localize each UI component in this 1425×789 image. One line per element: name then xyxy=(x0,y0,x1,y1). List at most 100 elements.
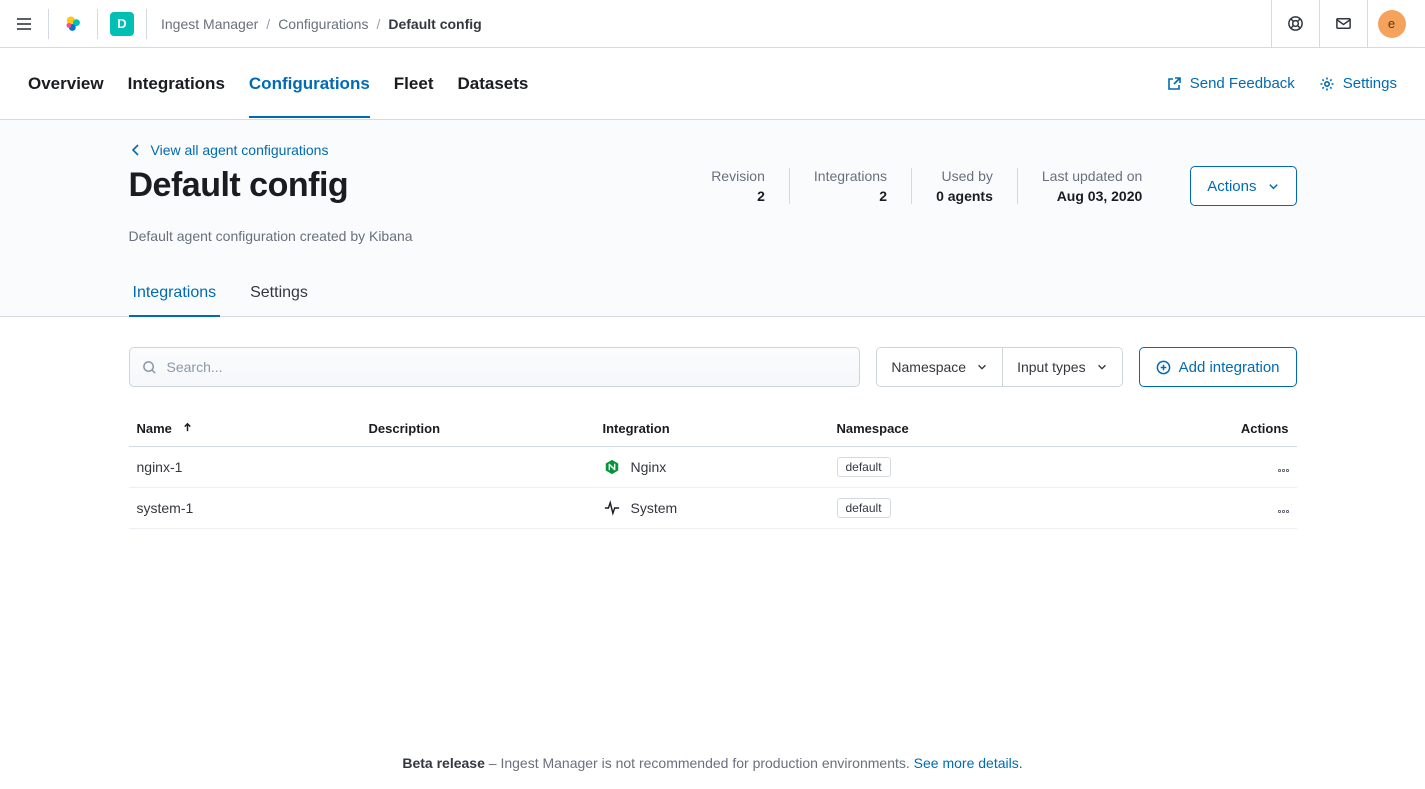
breadcrumb: Ingest Manager / Configurations / Defaul… xyxy=(161,16,482,32)
cell-name[interactable]: system-1 xyxy=(129,488,361,529)
table-row: system-1 System default xyxy=(129,488,1297,529)
elastic-logo-icon xyxy=(62,13,84,35)
avatar: e xyxy=(1378,10,1406,38)
mail-button[interactable] xyxy=(1319,0,1367,48)
breadcrumb-current: Default config xyxy=(388,16,481,32)
send-feedback-link[interactable]: Send Feedback xyxy=(1166,75,1295,92)
cell-namespace: default xyxy=(829,447,1217,488)
elastic-logo[interactable] xyxy=(49,0,97,48)
page-title: Default config xyxy=(129,166,349,205)
gear-icon xyxy=(1319,76,1335,92)
footer-bold: Beta release xyxy=(402,755,485,771)
footer-notice: Beta release – Ingest Manager is not rec… xyxy=(0,755,1425,771)
nginx-icon xyxy=(603,458,621,476)
breadcrumb-root[interactable]: Ingest Manager xyxy=(161,16,258,32)
cell-description xyxy=(361,488,595,529)
plus-circle-icon xyxy=(1156,360,1171,375)
nav-tab-fleet[interactable]: Fleet xyxy=(394,50,434,118)
news-button[interactable] xyxy=(1271,0,1319,48)
actions-button[interactable]: Actions xyxy=(1190,166,1296,206)
cell-namespace: default xyxy=(829,488,1217,529)
page-subtitle: Default agent configuration created by K… xyxy=(129,228,1297,244)
divider xyxy=(146,9,147,39)
stat-usedby: Used by 0 agents xyxy=(912,168,1018,204)
stat-label: Revision xyxy=(711,168,765,184)
search-icon xyxy=(142,360,157,375)
stat-value: 2 xyxy=(711,188,765,204)
col-actions: Actions xyxy=(1217,411,1297,447)
chevron-left-icon xyxy=(129,143,143,157)
chevron-down-icon xyxy=(1267,180,1280,193)
cell-description xyxy=(361,447,595,488)
nav-tab-datasets[interactable]: Datasets xyxy=(457,50,528,118)
col-name[interactable]: Name xyxy=(129,411,361,447)
stat-value: 0 agents xyxy=(936,188,993,204)
space-selector[interactable]: D xyxy=(110,12,134,36)
row-actions-button[interactable] xyxy=(1217,488,1297,529)
detail-tab-integrations[interactable]: Integrations xyxy=(129,274,221,317)
settings-label: Settings xyxy=(1343,75,1397,92)
breadcrumb-separator: / xyxy=(376,16,380,32)
detail-tab-settings[interactable]: Settings xyxy=(246,274,312,316)
search-box[interactable] xyxy=(129,347,861,387)
col-description[interactable]: Description xyxy=(361,411,595,447)
stat-label: Used by xyxy=(936,168,993,184)
hamburger-icon xyxy=(15,15,33,33)
cell-name[interactable]: nginx-1 xyxy=(129,447,361,488)
filter-group: Namespace Input types xyxy=(876,347,1122,387)
topbar: D Ingest Manager / Configurations / Defa… xyxy=(0,0,1425,48)
stat-value: Aug 03, 2020 xyxy=(1042,188,1142,204)
nav-tab-overview[interactable]: Overview xyxy=(28,50,104,118)
namespace-badge: default xyxy=(837,457,891,477)
detail-tabs: Integrations Settings xyxy=(129,274,1297,316)
stat-label: Integrations xyxy=(814,168,887,184)
lifebuoy-icon xyxy=(1287,15,1304,32)
nav-tabs: Overview Integrations Configurations Fle… xyxy=(28,50,528,118)
external-link-icon xyxy=(1166,76,1182,92)
menu-toggle-button[interactable] xyxy=(0,0,48,48)
nav-tab-configurations[interactable]: Configurations xyxy=(249,50,370,118)
cell-integration[interactable]: Nginx xyxy=(595,447,829,488)
title-row: Default config Revision 2 Integrations 2… xyxy=(129,166,1297,206)
stats-block: Revision 2 Integrations 2 Used by 0 agen… xyxy=(711,166,1296,206)
toolbar: Namespace Input types Add integration xyxy=(129,347,1297,387)
stat-revision: Revision 2 xyxy=(711,168,790,204)
send-feedback-label: Send Feedback xyxy=(1190,75,1295,92)
search-input[interactable] xyxy=(167,359,848,375)
stat-integrations: Integrations 2 xyxy=(790,168,912,204)
cell-integration[interactable]: System xyxy=(595,488,829,529)
filter-inputtypes[interactable]: Input types xyxy=(1002,348,1122,386)
integrations-table: Name Description Integration Namespace A… xyxy=(129,411,1297,529)
back-link[interactable]: View all agent configurations xyxy=(129,142,329,158)
table-row: nginx-1 Nginx default xyxy=(129,447,1297,488)
nav-tab-integrations[interactable]: Integrations xyxy=(128,50,225,118)
back-link-label: View all agent configurations xyxy=(151,142,329,158)
nav-right: Send Feedback Settings xyxy=(1166,75,1397,92)
sort-asc-icon xyxy=(182,422,193,433)
cell-integration-label: Nginx xyxy=(631,459,667,475)
add-integration-button[interactable]: Add integration xyxy=(1139,347,1297,387)
settings-link[interactable]: Settings xyxy=(1319,75,1397,92)
filter-inputtypes-label: Input types xyxy=(1017,359,1086,375)
cell-integration-label: System xyxy=(631,500,678,516)
stat-value: 2 xyxy=(814,188,887,204)
topbar-right: e xyxy=(1271,0,1415,47)
col-integration[interactable]: Integration xyxy=(595,411,829,447)
divider xyxy=(97,9,98,39)
app-nav: Overview Integrations Configurations Fle… xyxy=(0,48,1425,120)
user-menu[interactable]: e xyxy=(1367,0,1415,48)
col-name-label: Name xyxy=(137,421,172,436)
footer-text: – Ingest Manager is not recommended for … xyxy=(485,755,914,771)
filter-namespace[interactable]: Namespace xyxy=(877,348,1002,386)
page-header-area: View all agent configurations Default co… xyxy=(0,120,1425,317)
chevron-down-icon xyxy=(1096,361,1108,373)
mail-icon xyxy=(1335,15,1352,32)
actions-button-label: Actions xyxy=(1207,178,1256,195)
breadcrumb-separator: / xyxy=(266,16,270,32)
footer-more-link[interactable]: See more details. xyxy=(914,755,1023,771)
row-actions-button[interactable] xyxy=(1217,447,1297,488)
col-namespace[interactable]: Namespace xyxy=(829,411,1217,447)
breadcrumb-parent[interactable]: Configurations xyxy=(278,16,368,32)
main-content: Namespace Input types Add integration Na… xyxy=(129,347,1297,529)
stat-updated: Last updated on Aug 03, 2020 xyxy=(1018,168,1166,204)
